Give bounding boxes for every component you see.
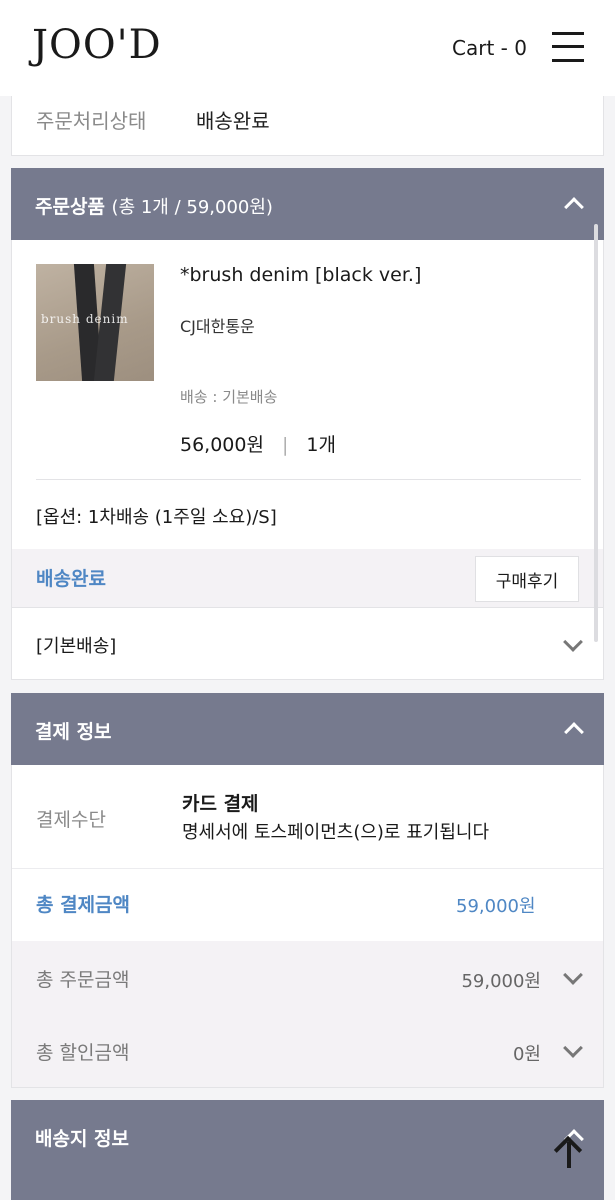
payment-header[interactable]: 결제 정보	[11, 693, 604, 765]
payment-title: 결제 정보	[35, 721, 112, 743]
price-quantity-line: 56,000원 | 1개	[180, 430, 336, 457]
chevron-down-icon[interactable]	[563, 635, 581, 653]
payment-method: 카드 결제	[182, 793, 259, 815]
chevron-up-icon[interactable]	[564, 719, 582, 737]
product-thumbnail[interactable]: brush denim	[36, 264, 154, 381]
total-payment-label: 총 결제금액	[36, 894, 131, 916]
product-name[interactable]: *brush denim [black ver.]	[180, 264, 421, 286]
thumbnail-watermark: brush denim	[41, 312, 129, 326]
delivery-info-header[interactable]: 배송지 정보	[11, 1100, 604, 1200]
order-total-value: 59,000원	[461, 971, 541, 992]
order-items-header[interactable]: 주문상품 (총 1개 / 59,000원)	[11, 168, 604, 240]
payment-panel: 결제수단 카드 결제 명세서에 토스페이먼츠(으)로 표기됩니다 총 결제금액 …	[11, 765, 604, 1088]
delivery-info-title: 배송지 정보	[35, 1128, 130, 1150]
hamburger-menu-icon[interactable]	[552, 30, 584, 64]
order-status-row: 주문처리상태 배송완료	[11, 96, 604, 156]
price-separator: |	[281, 434, 289, 456]
payment-method-label: 결제수단	[36, 809, 106, 831]
cart-link[interactable]: Cart - 0	[452, 36, 527, 60]
chevron-up-icon[interactable]	[564, 194, 582, 212]
scrollbar[interactable]	[594, 224, 598, 642]
order-status-label: 주문처리상태	[36, 109, 147, 133]
shipping-type: 배송 : 기본배송	[180, 388, 278, 406]
payment-breakdown: 총 주문금액 59,000원 총 할인금액 0원	[12, 941, 603, 1087]
arrow-up-icon[interactable]	[552, 1134, 586, 1170]
shipping-group-row[interactable]: [기본배송]	[12, 607, 603, 680]
order-items-title-text: 주문상품	[35, 196, 105, 218]
delivery-status-row: 배송완료 구매후기	[12, 549, 603, 607]
order-items-title: 주문상품 (총 1개 / 59,000원)	[35, 192, 273, 219]
discount-total-label: 총 할인금액	[36, 1042, 130, 1064]
write-review-button[interactable]: 구매후기	[475, 556, 579, 602]
total-payment-value: 59,000원	[456, 896, 536, 917]
divider	[36, 479, 581, 480]
order-items-summary: (총 1개 / 59,000원)	[111, 197, 273, 218]
product-price: 56,000원	[180, 434, 264, 456]
order-total-label: 총 주문금액	[36, 969, 130, 991]
shipping-group-label: [기본배송]	[36, 636, 117, 657]
courier-name: CJ대한통운	[180, 317, 255, 336]
divider	[12, 868, 603, 869]
product-option: [옵션: 1차배송 (1주일 소요)/S]	[36, 507, 277, 528]
order-status-value: 배송완료	[196, 109, 270, 133]
order-items-panel: brush denim *brush denim [black ver.] CJ…	[11, 240, 604, 680]
site-header: JOO'D Cart - 0	[0, 0, 615, 96]
brand-logo[interactable]: JOO'D	[32, 22, 162, 68]
chevron-down-icon[interactable]	[563, 1041, 581, 1059]
chevron-down-icon[interactable]	[563, 968, 581, 986]
discount-total-value: 0원	[512, 1044, 541, 1065]
product-quantity: 1개	[306, 434, 336, 456]
delivery-status: 배송완료	[36, 568, 106, 590]
payment-method-note: 명세서에 토스페이먼츠(으)로 표기됩니다	[182, 822, 490, 843]
